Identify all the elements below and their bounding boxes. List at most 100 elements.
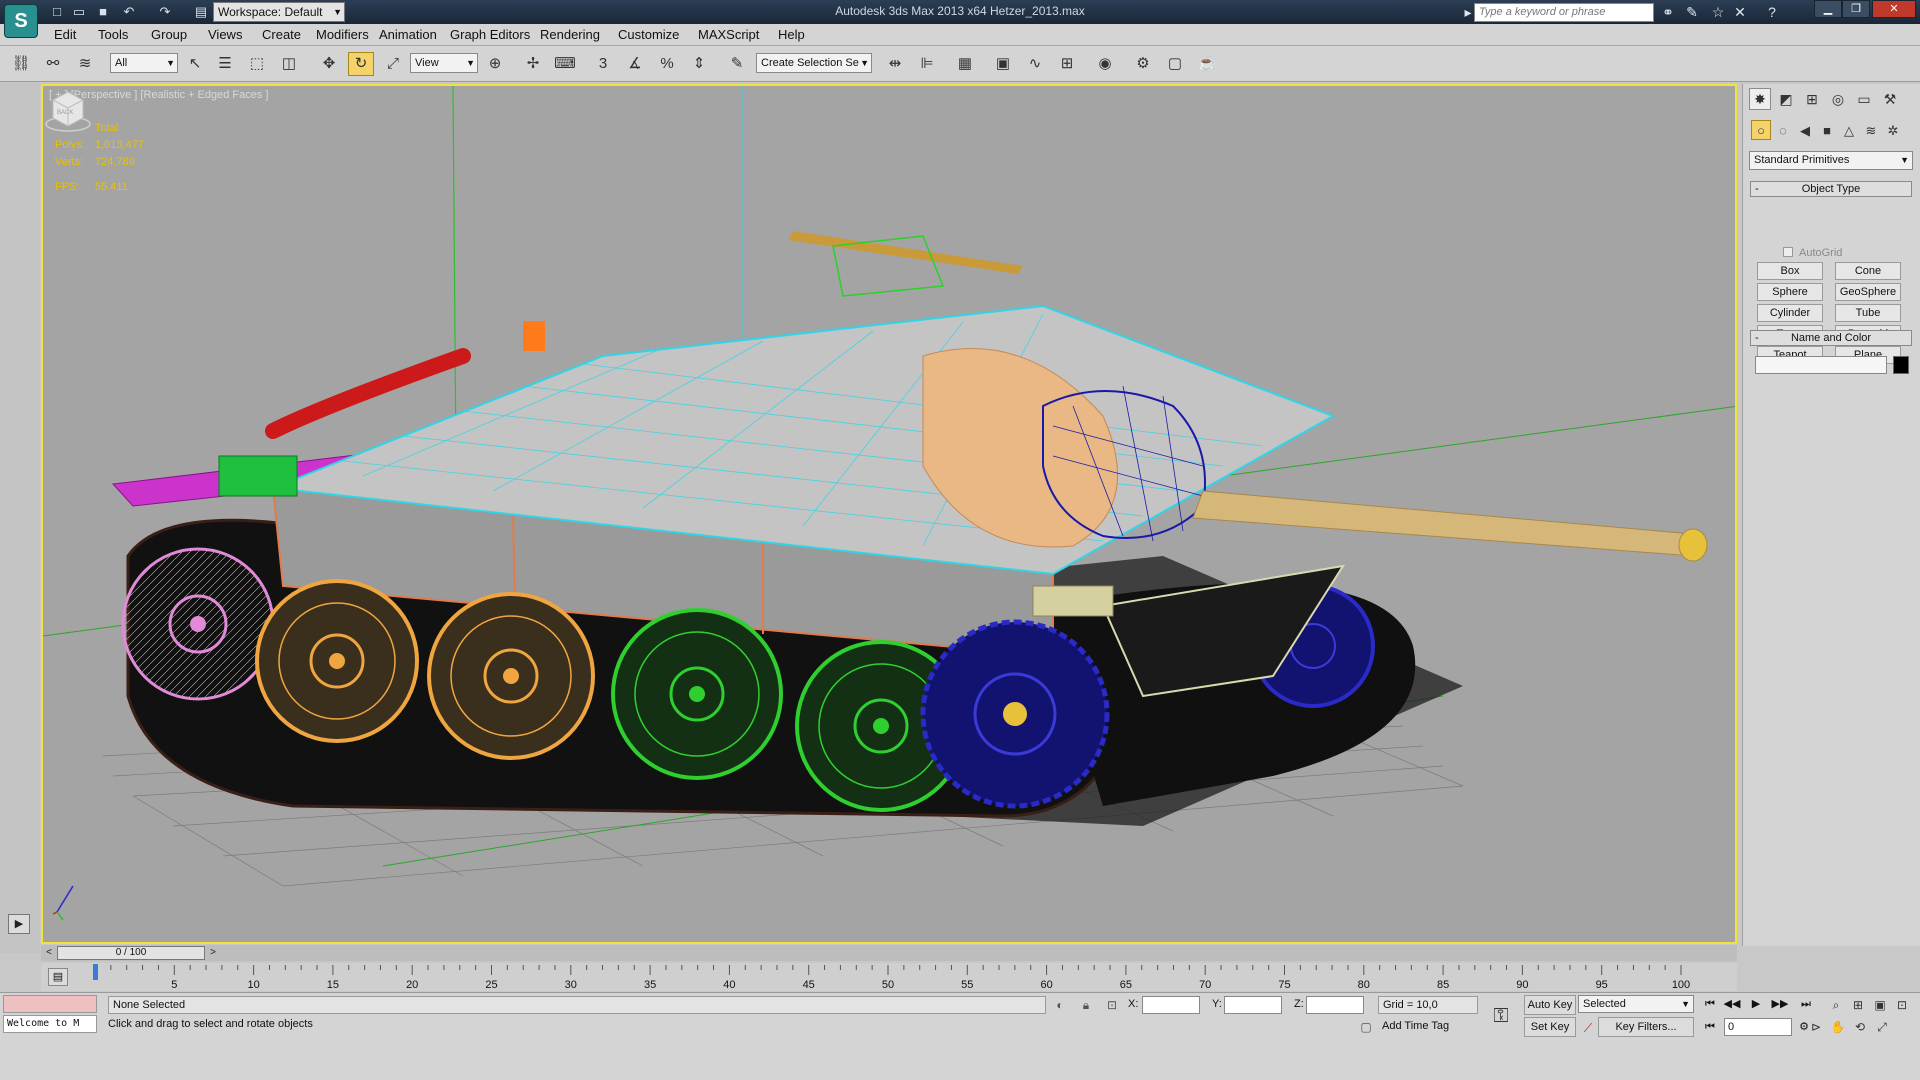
cylinder-button[interactable]: Cylinder bbox=[1757, 304, 1823, 322]
y-coordinate-field[interactable] bbox=[1224, 996, 1282, 1014]
redo-icon[interactable]: ↷ bbox=[156, 3, 174, 21]
box-button[interactable]: Box bbox=[1757, 262, 1823, 280]
zoom-extents-all-icon[interactable]: ⊡ bbox=[1892, 995, 1912, 1015]
auto-key-button[interactable]: Auto Key bbox=[1524, 995, 1576, 1015]
cone-button[interactable]: Cone bbox=[1835, 262, 1901, 280]
z-coordinate-field[interactable] bbox=[1306, 996, 1364, 1014]
align-icon[interactable]: ⊫ bbox=[914, 52, 940, 76]
expand-panel-icon[interactable]: ▶ bbox=[8, 914, 30, 934]
select-object-icon[interactable]: ↖ bbox=[182, 52, 208, 76]
geosphere-button[interactable]: GeoSphere bbox=[1835, 283, 1901, 301]
menu-customize[interactable]: Customize bbox=[618, 27, 679, 42]
material-editor-icon[interactable]: ◉ bbox=[1092, 52, 1118, 76]
maxscript-listener-output[interactable] bbox=[3, 995, 97, 1013]
default-in-out-tangent-icon[interactable]: ⟋ bbox=[1580, 1020, 1596, 1036]
shapes-icon[interactable]: ◌ bbox=[1773, 120, 1793, 140]
tab-display[interactable]: ▭ bbox=[1853, 88, 1875, 110]
layer-manager-icon[interactable]: ▦ bbox=[952, 52, 978, 76]
favorites-star-icon[interactable]: ☆ bbox=[1708, 3, 1728, 21]
name-and-color-rollout[interactable]: - Name and Color bbox=[1750, 330, 1912, 346]
project-folder-icon[interactable]: ▤ bbox=[192, 3, 210, 21]
current-frame-field[interactable]: 0 bbox=[1724, 1018, 1792, 1036]
viewcube-icon[interactable]: BACK bbox=[43, 86, 93, 132]
tube-button[interactable]: Tube bbox=[1835, 304, 1901, 322]
reference-coordinate-dropdown[interactable]: View ▼ bbox=[410, 53, 478, 73]
menu-maxscript[interactable]: MAXScript bbox=[698, 27, 759, 42]
tab-modify[interactable]: ◩ bbox=[1775, 88, 1797, 110]
key-filters-button[interactable]: Key Filters... bbox=[1598, 1017, 1694, 1037]
exchange-icon[interactable]: ✕ bbox=[1730, 3, 1750, 21]
new-file-icon[interactable]: □ bbox=[48, 3, 66, 21]
current-frame-marker[interactable] bbox=[93, 964, 98, 980]
menu-graph-editors[interactable]: Graph Editors bbox=[450, 27, 530, 42]
rotate-icon[interactable]: ↻ bbox=[348, 52, 374, 76]
snap-toggle-icon[interactable]: 3 bbox=[590, 52, 616, 76]
zoom-extents-icon[interactable]: ▣ bbox=[1870, 995, 1890, 1015]
window-crossing-icon[interactable]: ◫ bbox=[276, 52, 302, 76]
space-warps-icon[interactable]: ≋ bbox=[1861, 120, 1881, 140]
link-icon[interactable]: ⛓ bbox=[8, 52, 34, 76]
save-icon[interactable]: ■ bbox=[94, 3, 112, 21]
render-production-icon[interactable]: ☕ bbox=[1194, 52, 1220, 76]
perspective-viewport[interactable]: [ + ] [Perspective ] [Realistic + Edged … bbox=[41, 84, 1737, 944]
restore-button[interactable]: ❐ bbox=[1842, 0, 1870, 18]
workspace-dropdown[interactable]: Workspace: Default ▼ bbox=[213, 2, 345, 22]
field-of-view-icon[interactable]: ⊳ bbox=[1806, 1017, 1826, 1037]
keyboard-shortcut-icon[interactable]: ⌨ bbox=[552, 52, 578, 76]
schematic-view-icon[interactable]: ⊞ bbox=[1054, 52, 1080, 76]
cameras-icon[interactable]: ■ bbox=[1817, 120, 1837, 140]
previous-key-icon[interactable]: ◀◀ bbox=[1722, 995, 1742, 1013]
zoom-all-icon[interactable]: ⊞ bbox=[1848, 995, 1868, 1015]
autogrid-checkbox[interactable]: AutoGrid bbox=[1783, 247, 1842, 259]
move-icon[interactable]: ✥ bbox=[316, 52, 342, 76]
orbit-icon[interactable]: ⟲ bbox=[1850, 1017, 1870, 1037]
key-mode-toggle-icon[interactable]: ⏮ bbox=[1700, 1018, 1720, 1036]
named-selection-set-dropdown[interactable]: Create Selection Se ▼ bbox=[756, 53, 872, 73]
go-to-end-icon[interactable]: ⏭ bbox=[1796, 995, 1816, 1013]
menu-edit[interactable]: Edit bbox=[54, 27, 76, 42]
close-button[interactable]: ✕ bbox=[1872, 0, 1916, 18]
minimize-button[interactable]: ▁ bbox=[1814, 0, 1842, 18]
angle-snap-icon[interactable]: ∡ bbox=[622, 52, 648, 76]
play-icon[interactable]: ▶ bbox=[1746, 995, 1766, 1013]
helpers-icon[interactable]: △ bbox=[1839, 120, 1859, 140]
menu-tools[interactable]: Tools bbox=[98, 27, 128, 42]
previous-frame-icon[interactable]: < bbox=[43, 946, 55, 960]
geometry-icon[interactable]: ○ bbox=[1751, 120, 1771, 140]
track-bar[interactable]: 5 10 15 20 25 30 35 40 45 50 55 60 65 70 75 80 85 90 95 100 bbox=[41, 963, 1737, 991]
app-logo[interactable]: S bbox=[4, 4, 38, 38]
render-setup-icon[interactable]: ⚙ bbox=[1130, 52, 1156, 76]
set-keys-key-icon[interactable]: ⚿ bbox=[1486, 999, 1516, 1033]
select-by-name-icon[interactable]: ☰ bbox=[212, 52, 238, 76]
tab-utilities[interactable]: ⚒ bbox=[1879, 88, 1901, 110]
mini-curve-editor-icon[interactable]: ▤ bbox=[48, 968, 68, 986]
binoculars-icon[interactable]: ⚭ bbox=[1658, 3, 1678, 21]
menu-modifiers[interactable]: Modifiers bbox=[316, 27, 369, 42]
select-manipulate-icon[interactable]: ✢ bbox=[520, 52, 546, 76]
rendered-frame-window-icon[interactable]: ▢ bbox=[1162, 52, 1188, 76]
add-time-tag-button[interactable]: Add Time Tag bbox=[1358, 1016, 1482, 1036]
selection-filter-dropdown[interactable]: All ▼ bbox=[110, 53, 178, 73]
edit-named-selection-icon[interactable]: ✎ bbox=[724, 52, 750, 76]
menu-rendering[interactable]: Rendering bbox=[540, 27, 600, 42]
pivot-center-icon[interactable]: ⊕ bbox=[482, 52, 508, 76]
object-color-swatch[interactable] bbox=[1893, 356, 1909, 374]
bind-space-warp-icon[interactable]: ≋ bbox=[72, 52, 98, 76]
object-type-rollout[interactable]: - Object Type bbox=[1750, 181, 1912, 197]
graphite-toolbar-icon[interactable]: ▣ bbox=[990, 52, 1016, 76]
unlink-icon[interactable]: ⚯ bbox=[40, 52, 66, 76]
menu-animation[interactable]: Animation bbox=[379, 27, 437, 42]
rect-selection-icon[interactable]: ⬚ bbox=[244, 52, 270, 76]
mirror-icon[interactable]: ⇹ bbox=[882, 52, 908, 76]
object-name-field[interactable] bbox=[1755, 356, 1887, 374]
time-slider[interactable]: < 0 / 100 > bbox=[41, 945, 1737, 961]
set-key-button[interactable]: Set Key bbox=[1524, 1017, 1576, 1037]
go-to-start-icon[interactable]: ⏮ bbox=[1700, 995, 1720, 1013]
category-dropdown[interactable]: Standard Primitives ▼ bbox=[1749, 151, 1913, 170]
tab-hierarchy[interactable]: ⊞ bbox=[1801, 88, 1823, 110]
maxscript-listener-input[interactable]: Welcome to M bbox=[3, 1015, 97, 1033]
percent-snap-icon[interactable]: % bbox=[654, 52, 680, 76]
scale-icon[interactable]: ⤢ bbox=[380, 52, 406, 76]
absolute-mode-icon[interactable]: ⊡ bbox=[1104, 997, 1120, 1013]
menu-group[interactable]: Group bbox=[151, 27, 187, 42]
